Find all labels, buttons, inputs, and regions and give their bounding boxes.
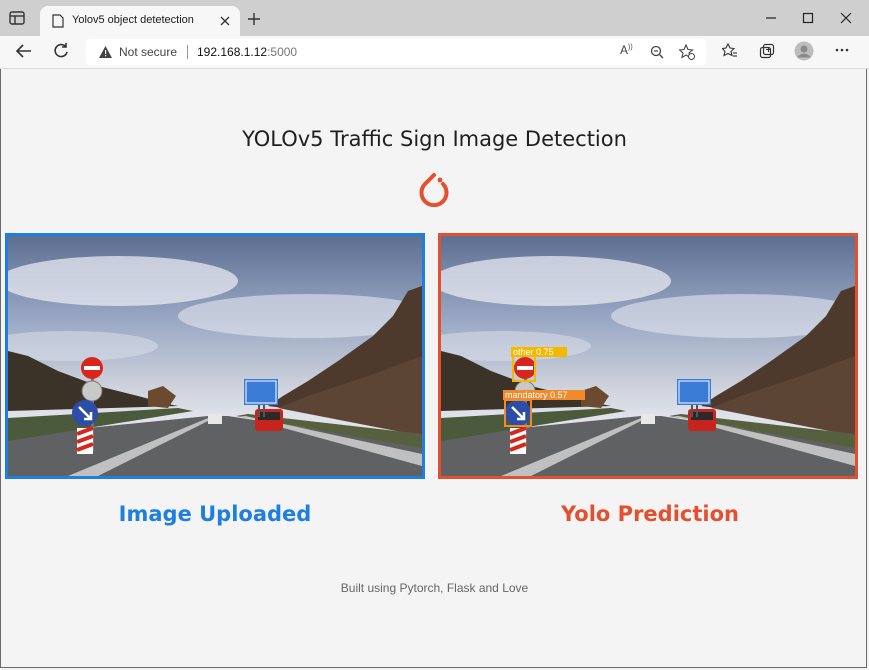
detection-label-other: other 0.75 [513,347,554,357]
warning-icon[interactable] [98,45,113,59]
back-icon[interactable] [15,42,33,60]
url-host: 192.168.1.12 [197,45,268,59]
url-input[interactable]: Not secure 192.168.1.12:5000 A)) [86,39,706,65]
plus-icon[interactable] [247,12,261,26]
maximize-icon[interactable] [802,12,814,24]
page-icon [52,14,64,28]
page-content: YOLOv5 Traffic Sign Image Detection othe… [0,69,869,669]
road-scene-prediction-photo: other 0.75 mandatory 0.57 [441,236,855,476]
favorite-add-icon[interactable] [679,44,695,60]
minimize-icon[interactable] [765,12,777,24]
footer-text: Built using Pytorch, Flask and Love [340,581,529,595]
title-bar: Yolov5 object detetection [0,0,869,36]
profile-icon[interactable] [794,41,814,61]
address-bar: Not secure 192.168.1.12:5000 A)) [0,36,869,69]
sidebar-icon[interactable] [8,9,26,27]
more-icon[interactable] [835,48,849,52]
url-port: :5000 [267,45,298,59]
url-separator [187,45,188,59]
uploaded-caption: Image Uploaded [118,502,312,526]
close-icon[interactable] [218,14,232,28]
detection-label-mandatory: mandatory 0.57 [505,390,568,400]
page-title: YOLOv5 Traffic Sign Image Detection [242,127,627,151]
read-aloud-icon[interactable]: A)) [620,43,633,57]
prediction-image: other 0.75 mandatory 0.57 [438,233,858,479]
refresh-icon[interactable] [52,42,70,60]
zoom-icon[interactable] [650,45,664,59]
url-text[interactable]: 192.168.1.12:5000 [197,45,297,59]
uploaded-image [5,233,425,479]
road-scene-photo [8,236,422,476]
prediction-caption: Yolo Prediction [561,502,739,526]
tab-yolov5[interactable]: Yolov5 object detetection [40,6,240,36]
pytorch-logo [419,173,449,208]
tab-title: Yolov5 object detetection [72,14,194,26]
security-label[interactable]: Not secure [119,45,177,59]
collections-icon[interactable] [759,43,775,59]
favorites-icon[interactable] [722,43,738,59]
window-close-icon[interactable] [840,12,852,24]
